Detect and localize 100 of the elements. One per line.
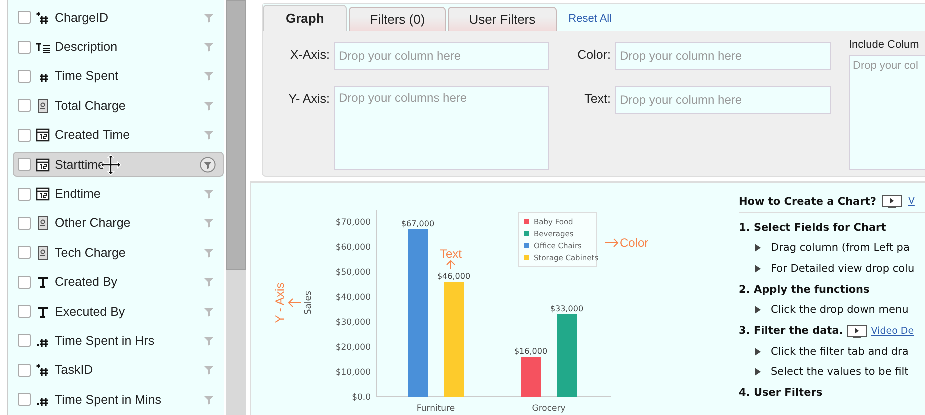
field-label: Color: (576, 47, 612, 64)
annotation-arrow (446, 260, 456, 270)
legend-swatch (524, 243, 529, 248)
filter-icon[interactable] (204, 277, 214, 288)
field-name[interactable]: ChargeID (55, 10, 204, 25)
field-name[interactable]: Endtime (55, 187, 204, 202)
checkbox[interactable] (18, 11, 31, 24)
filter-icon[interactable] (204, 12, 214, 23)
legend-swatch (524, 219, 529, 224)
drop-field[interactable]: Drop your column here (615, 42, 831, 70)
checkbox[interactable] (18, 334, 31, 348)
document-icon (36, 216, 50, 230)
field-row-highlight[interactable]: Starttime (13, 152, 224, 178)
filter-icon[interactable] (200, 156, 216, 173)
filter-icon[interactable] (204, 189, 214, 200)
video-icon[interactable] (847, 324, 868, 338)
axis-title: Sales (304, 291, 314, 315)
tab[interactable]: Graph (263, 5, 348, 31)
drop-field[interactable]: Drop your column here (615, 86, 831, 114)
value-label: $46,000 (437, 272, 471, 281)
checkbox[interactable] (18, 40, 31, 54)
video-icon[interactable] (882, 195, 902, 208)
field-name[interactable]: Starttime (55, 158, 200, 172)
filter-icon[interactable] (204, 100, 214, 111)
field-label: X-Axis: (289, 47, 331, 64)
filter-icon[interactable] (204, 71, 214, 82)
text-lines-icon (36, 40, 50, 54)
drop-field[interactable]: Drop your columns here (334, 86, 549, 170)
field-name[interactable]: Time Spent in Mins (55, 392, 204, 407)
drop-field[interactable]: Drop your column here (334, 42, 549, 70)
calendar-icon (36, 187, 50, 202)
t-letter-icon (36, 275, 50, 290)
tick-label: $30,000 (336, 318, 371, 328)
step-instruction: Drag column (from Left pa (771, 242, 910, 254)
bullet-triangle-icon (755, 348, 761, 356)
tick-label: $60,000 (336, 243, 371, 253)
checkbox[interactable] (18, 158, 31, 172)
bullet-triangle-icon (755, 306, 761, 314)
field-name[interactable]: Tech Charge (55, 246, 204, 260)
field-name[interactable]: Time Spent in Hrs (55, 334, 204, 348)
reset-all-link[interactable]: Reset All (568, 13, 612, 25)
field-name[interactable]: TaskID (55, 363, 204, 378)
bullet-triangle-icon (755, 264, 761, 273)
scrollbar[interactable] (226, 0, 246, 415)
checkbox[interactable] (18, 188, 31, 201)
checkbox[interactable] (18, 393, 31, 406)
video-link[interactable]: Video De (871, 326, 914, 336)
video-link[interactable]: V (908, 196, 915, 207)
filter-icon[interactable] (204, 365, 214, 376)
tick-label: $70,000 (336, 218, 371, 228)
field-name[interactable]: Created Time (55, 128, 204, 142)
checkbox[interactable] (18, 246, 31, 260)
checkbox[interactable] (18, 70, 31, 83)
value-label: $67,000 (401, 220, 435, 228)
step-heading: 3. Filter the data. (739, 325, 844, 337)
field-name[interactable]: Other Charge (55, 216, 204, 230)
checkbox[interactable] (18, 216, 31, 230)
field-name[interactable]: Executed By (55, 304, 204, 319)
checkbox[interactable] (18, 128, 31, 142)
drop-field[interactable]: Drop your col (849, 55, 925, 170)
bar (521, 357, 541, 397)
filter-icon[interactable] (204, 130, 214, 140)
step-instruction: Select the values to be filt (771, 366, 909, 378)
filter-icon[interactable] (204, 394, 214, 405)
category-label: Furniture (416, 404, 456, 414)
field-name[interactable]: Time Spent (55, 69, 204, 84)
tab[interactable]: User Filters (448, 7, 557, 31)
calendar-icon (36, 128, 50, 142)
field-name[interactable]: Description (55, 40, 204, 54)
field-name[interactable]: Total Charge (55, 98, 204, 113)
step-instruction: For Detailed view drop colu (771, 262, 915, 275)
checkbox[interactable] (18, 364, 31, 377)
tick-label: $20,000 (336, 343, 371, 353)
checkbox[interactable] (18, 276, 31, 289)
bullet-triangle-icon (755, 244, 761, 252)
step-heading: 1. Select Fields for Chart (739, 222, 886, 234)
value-label: $33,000 (550, 304, 584, 314)
filter-icon[interactable] (204, 248, 214, 258)
calendar-icon (36, 158, 50, 172)
legend-swatch (524, 231, 529, 236)
bullet-triangle-icon (755, 368, 761, 376)
step-instruction: Click the filter tab and dra (771, 346, 909, 358)
field-name[interactable]: Created By (55, 275, 204, 290)
category-label: Grocery (532, 404, 566, 414)
field-label: Text: (584, 91, 612, 108)
filter-icon[interactable] (204, 42, 214, 52)
tab[interactable]: Filters (0) (349, 7, 446, 31)
step-instruction: Click the drop down menu (771, 304, 909, 316)
annotation-arrow (604, 238, 619, 248)
filter-icon[interactable] (204, 306, 214, 317)
checkbox[interactable] (18, 305, 31, 318)
annotation-label: Text (440, 247, 462, 261)
scrollbar-thumb[interactable] (226, 0, 246, 270)
legend-swatch (524, 255, 529, 260)
checkbox[interactable] (18, 99, 31, 112)
annotation-label: Color (620, 236, 649, 250)
filter-icon[interactable] (204, 218, 214, 228)
tick-label: $50,000 (336, 268, 371, 278)
filter-icon[interactable] (204, 336, 214, 346)
tick-label: $0.0 (352, 393, 371, 403)
